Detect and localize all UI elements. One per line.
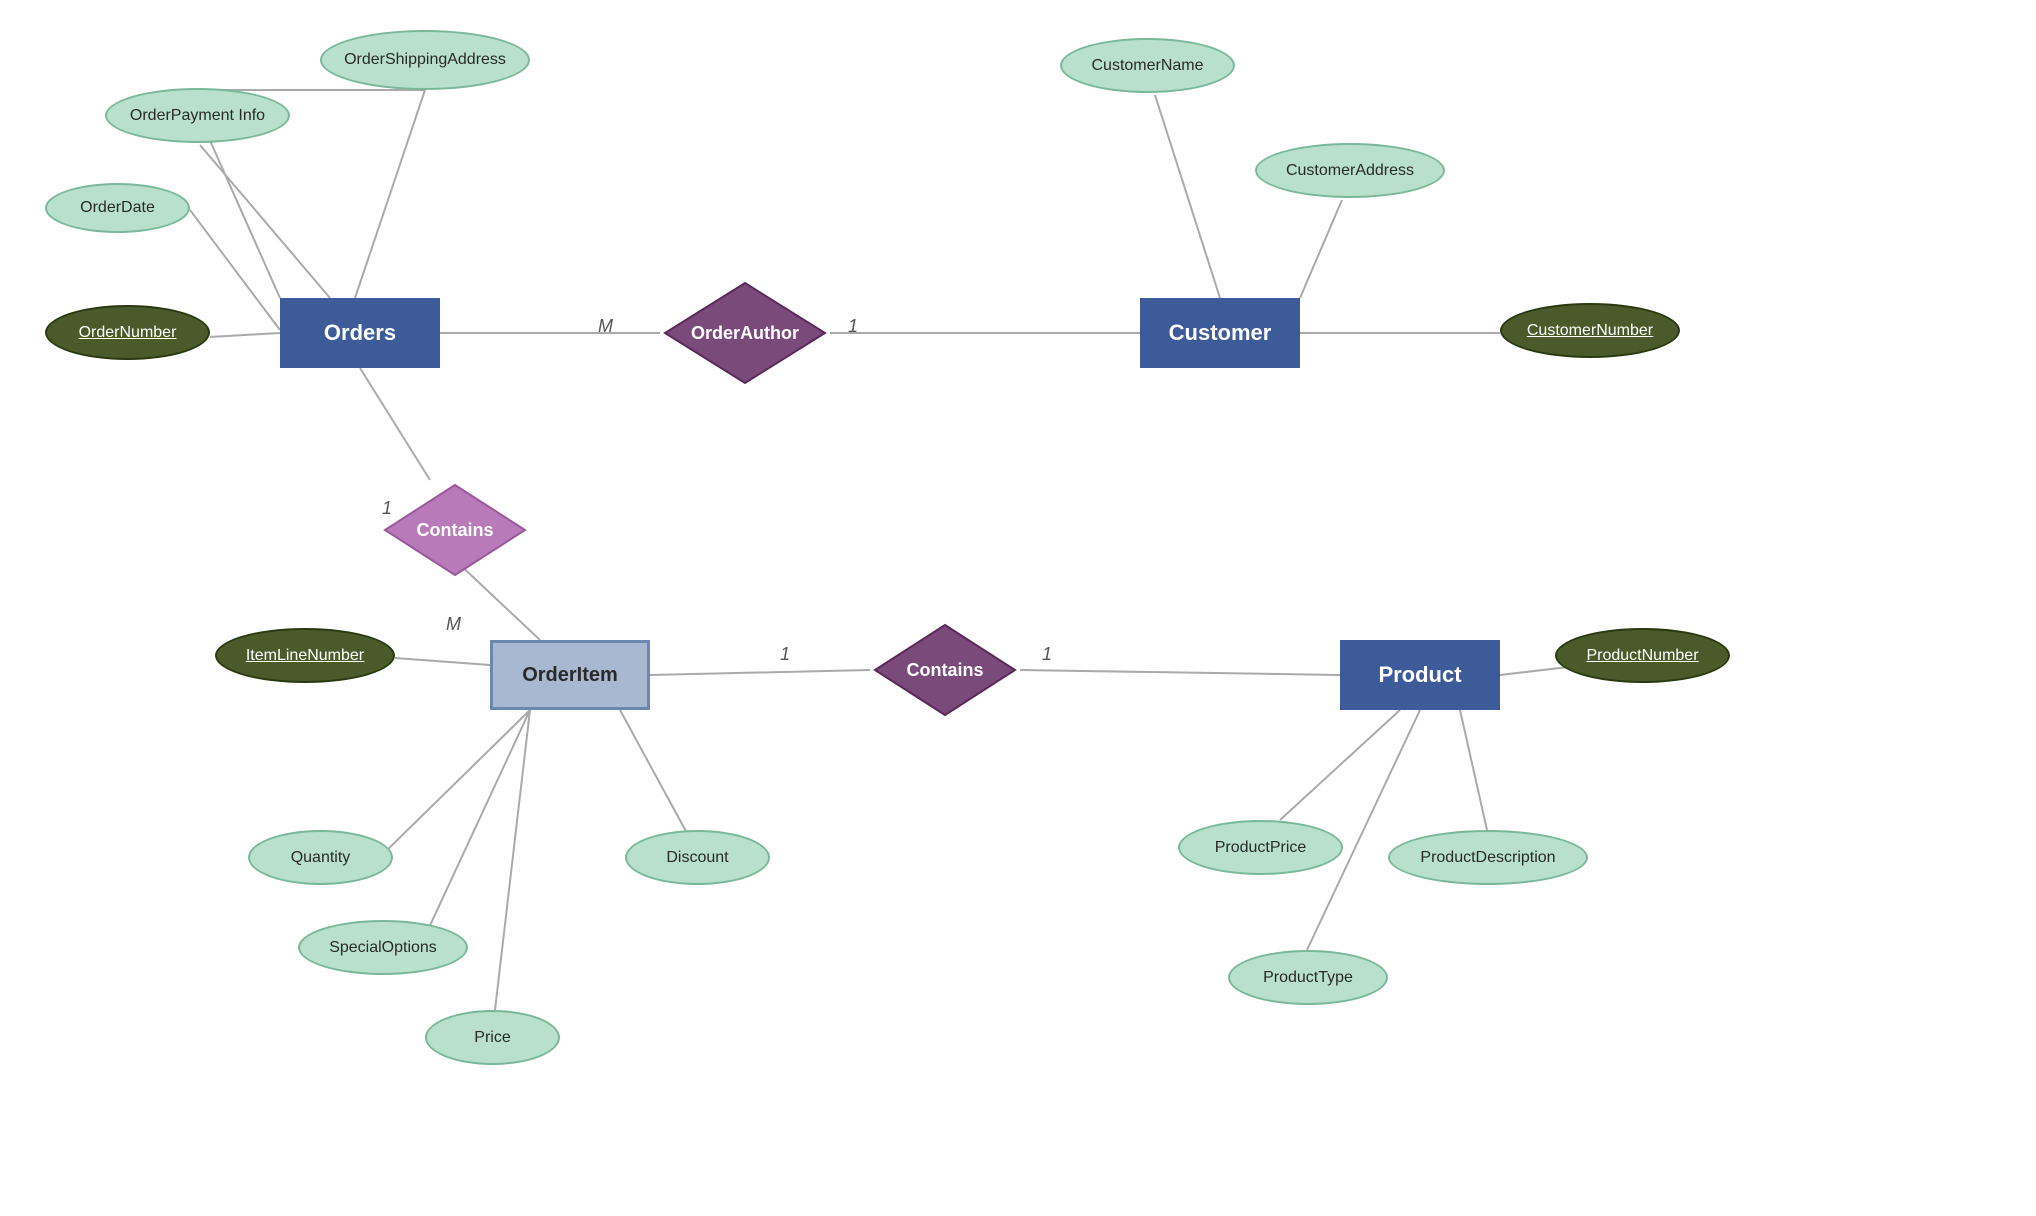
attr-product-desc: ProductDescription <box>1388 830 1588 885</box>
attr-special-options: SpecialOptions <box>298 920 468 975</box>
attr-order-number: OrderNumber <box>45 305 210 360</box>
attr-quantity: Quantity <box>248 830 393 885</box>
attr-discount: Discount <box>625 830 770 885</box>
attr-product-type: ProductType <box>1228 950 1388 1005</box>
cardinality-1c: 1 <box>780 644 790 665</box>
attr-customer-name: CustomerName <box>1060 38 1235 93</box>
diagram-lines <box>0 0 2036 1216</box>
attr-product-price: ProductPrice <box>1178 820 1343 875</box>
cardinality-m1: M <box>598 316 613 337</box>
relationship-orderauthor: OrderAuthor <box>660 278 830 388</box>
relationship-contains2: Contains <box>870 620 1020 720</box>
attr-customer-number: CustomerNumber <box>1500 303 1680 358</box>
cardinality-1d: 1 <box>1042 644 1052 665</box>
attr-price: Price <box>425 1010 560 1065</box>
attr-order-shipping: OrderShippingAddress <box>320 30 530 90</box>
attr-order-date: OrderDate <box>45 183 190 233</box>
cardinality-m2: M <box>446 614 461 635</box>
entity-customer: Customer <box>1140 298 1300 368</box>
entity-product: Product <box>1340 640 1500 710</box>
cardinality-1b: 1 <box>382 498 392 519</box>
entity-orders: Orders <box>280 298 440 368</box>
relationship-contains1: Contains <box>380 480 530 580</box>
entity-orderitem: OrderItem <box>490 640 650 710</box>
attr-item-line: ItemLineNumber <box>215 628 395 683</box>
attr-customer-address: CustomerAddress <box>1255 143 1445 198</box>
cardinality-1a: 1 <box>848 316 858 337</box>
attr-product-number: ProductNumber <box>1555 628 1730 683</box>
er-diagram-canvas: Orders Customer OrderItem Product OrderA… <box>0 0 2036 1216</box>
attr-order-payment: OrderPayment Info <box>105 88 290 143</box>
